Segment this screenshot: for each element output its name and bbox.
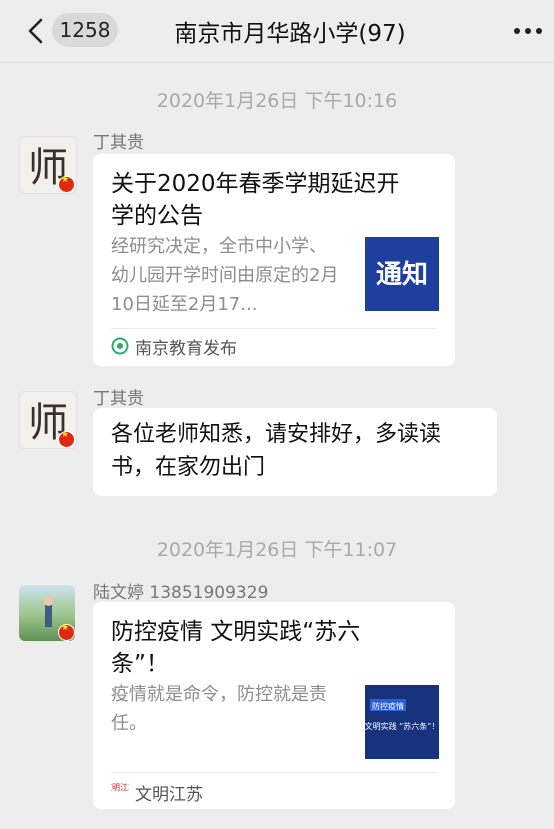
timestamp: 2020年1月26日 下午10:16 [156, 90, 398, 112]
wenming-jiangsu-logo-icon: 文明江苏 [111, 782, 129, 792]
mini-program-icon [111, 337, 129, 355]
china-flag-icon [58, 175, 75, 193]
message-text: 各位老师知悉，请安排好，多读读书，在家勿出门 [111, 422, 442, 480]
chat-title: 南京市月华路小学(97) [174, 21, 406, 47]
more-dots-icon[interactable] [514, 28, 544, 36]
china-flag-icon [58, 623, 75, 641]
svg-text:文明江苏: 文明江苏 [111, 782, 129, 792]
china-flag-icon [58, 430, 75, 448]
divider [111, 328, 437, 329]
svg-text:文明实践 “苏六条”！: 文明实践 “苏六条”！ [365, 721, 439, 731]
article-title: 关于2020年春季学期延迟开学的公告 [111, 171, 400, 229]
source-label: 文明江苏 [135, 785, 203, 805]
article-title: 防控疫情 文明实践“苏六条”！ [111, 619, 361, 677]
article-description: 疫情就是命令，防控就是责任。 [111, 684, 327, 734]
timestamp: 2020年1月26日 下午11:07 [156, 539, 398, 561]
sender-name: 丁其贵 [93, 389, 144, 409]
article-thumbnail: 防控疫情 文明实践 “苏六条”！ [365, 685, 439, 759]
text-message-bubble[interactable]: 各位老师知悉，请安排好，多读读书，在家勿出门 [93, 408, 497, 496]
article-card[interactable]: 关于2020年春季学期延迟开学的公告 经研究决定，全市中小学、幼儿园开学时间由原… [93, 154, 455, 366]
chat-header: 1258 南京市月华路小学(97) [0, 0, 554, 63]
chevron-left-icon[interactable] [26, 18, 46, 44]
article-thumbnail: 通知 [365, 237, 439, 311]
svg-text:通知: 通知 [376, 260, 428, 290]
unread-count-badge[interactable]: 1258 [52, 13, 118, 47]
source-label: 南京教育发布 [135, 339, 237, 359]
divider [111, 772, 437, 773]
article-description: 经研究决定，全市中小学、幼儿园开学时间由原定的2月10日延至2月17... [111, 236, 339, 315]
article-card[interactable]: 防控疫情 文明实践“苏六条”！ 疫情就是命令，防控就是责任。 防控疫情 文明实践… [93, 602, 455, 809]
svg-text:防控疫情: 防控疫情 [372, 701, 404, 711]
sender-name: 丁其贵 [93, 133, 144, 153]
sender-name: 陆文婷 13851909329 [93, 583, 269, 603]
